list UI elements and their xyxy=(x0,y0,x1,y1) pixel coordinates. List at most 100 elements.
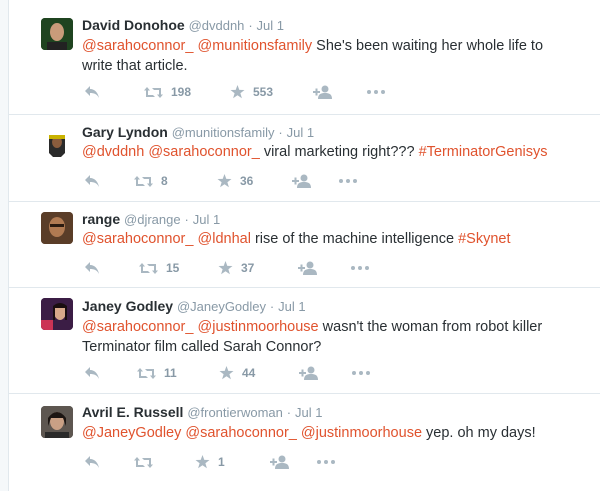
retweet-icon xyxy=(134,456,153,468)
avatar[interactable] xyxy=(41,127,73,159)
favorite-button[interactable]: 553 xyxy=(230,82,273,102)
reply-icon xyxy=(85,86,99,98)
more-button[interactable] xyxy=(339,171,357,191)
tweet-header: David Donohoe @dvddnh · Jul 1 xyxy=(82,16,284,35)
author-name[interactable]: David Donohoe xyxy=(82,17,185,33)
hashtag-link[interactable]: #Skynet xyxy=(458,231,510,247)
tweet-item[interactable]: David Donohoe @dvddnh · Jul 1 @sarahocon… xyxy=(9,0,600,115)
author-handle[interactable]: @JaneyGodley xyxy=(177,299,266,314)
tweet-item[interactable]: Gary Lyndon @munitionsfamily · Jul 1 @dv… xyxy=(9,115,600,202)
tweet-text: @sarahoconnor_ @ldnhal rise of the machi… xyxy=(82,229,582,249)
more-icon xyxy=(351,266,369,270)
author-handle[interactable]: @frontierwoman xyxy=(187,405,283,420)
tweet-actions: 198 553 xyxy=(82,82,402,102)
more-button[interactable] xyxy=(352,363,370,383)
favorite-button[interactable]: 36 xyxy=(217,171,253,191)
retweet-button[interactable] xyxy=(134,452,161,472)
favorite-button[interactable]: 44 xyxy=(219,363,255,383)
mention-link[interactable]: @justinmoorhouse xyxy=(198,319,319,335)
separator: · xyxy=(269,299,275,314)
author-name[interactable]: range xyxy=(82,211,120,227)
mention-link[interactable]: @sarahoconnor_ xyxy=(148,144,259,160)
timestamp[interactable]: Jul 1 xyxy=(193,212,220,227)
favorite-count: 553 xyxy=(253,85,274,99)
favorite-count: 36 xyxy=(240,174,254,188)
follow-button[interactable] xyxy=(298,258,318,278)
follow-button[interactable] xyxy=(313,82,333,102)
retweet-count: 15 xyxy=(166,261,180,275)
hashtag-link[interactable]: #TerminatorGenisys xyxy=(419,144,548,160)
favorite-icon xyxy=(195,455,210,469)
author-name[interactable]: Gary Lyndon xyxy=(82,124,168,140)
reply-icon xyxy=(85,367,99,379)
retweet-button[interactable]: 11 xyxy=(137,363,177,383)
avatar[interactable] xyxy=(41,18,73,50)
favorite-icon xyxy=(230,85,245,99)
author-name[interactable]: Avril E. Russell xyxy=(82,404,183,420)
retweet-button[interactable]: 8 xyxy=(134,171,168,191)
reply-button[interactable] xyxy=(84,452,100,472)
tweet-actions: 1 xyxy=(82,452,382,472)
follow-icon xyxy=(270,455,289,469)
follow-button[interactable] xyxy=(299,363,319,383)
retweet-button[interactable]: 15 xyxy=(139,258,179,278)
more-button[interactable] xyxy=(367,82,385,102)
mention-link[interactable]: @sarahoconnor_ xyxy=(185,425,296,441)
separator: · xyxy=(286,405,292,420)
tweet-header: Avril E. Russell @frontierwoman · Jul 1 xyxy=(82,403,322,422)
favorite-icon xyxy=(217,174,232,188)
mention-link[interactable]: @justinmoorhouse xyxy=(301,425,422,441)
separator: · xyxy=(278,125,283,140)
tweet-item[interactable]: Avril E. Russell @frontierwoman · Jul 1 … xyxy=(9,394,600,491)
avatar[interactable] xyxy=(41,298,73,330)
author-handle[interactable]: @munitionsfamily xyxy=(172,125,275,140)
follow-icon xyxy=(313,85,332,99)
more-icon xyxy=(352,371,370,375)
reply-icon xyxy=(85,175,99,187)
timestamp[interactable]: Jul 1 xyxy=(257,18,284,33)
timeline-left-edge xyxy=(0,0,9,491)
tweet-item[interactable]: Janey Godley @JaneyGodley · Jul 1 @sarah… xyxy=(9,288,600,394)
tweet-actions: 15 37 xyxy=(82,258,382,278)
reply-button[interactable] xyxy=(84,171,100,191)
tweet-text: @dvddnh @sarahoconnor_ viral marketing r… xyxy=(82,142,582,162)
mention-link[interactable]: @sarahoconnor_ xyxy=(82,231,193,247)
mention-link[interactable]: @dvddnh xyxy=(82,144,144,160)
favorite-button[interactable]: 1 xyxy=(195,452,225,472)
mention-link[interactable]: @sarahoconnor_ xyxy=(82,319,193,335)
more-icon xyxy=(367,90,385,94)
timestamp[interactable]: Jul 1 xyxy=(278,299,305,314)
tweet-header: range @djrange · Jul 1 xyxy=(82,210,220,229)
mention-link[interactable]: @munitionsfamily xyxy=(198,38,313,54)
more-button[interactable] xyxy=(317,452,335,472)
follow-icon xyxy=(292,174,311,188)
follow-button[interactable] xyxy=(292,171,312,191)
mention-link[interactable]: @JaneyGodley xyxy=(82,425,181,441)
favorite-button[interactable]: 37 xyxy=(218,258,254,278)
separator: · xyxy=(184,212,189,227)
separator: · xyxy=(248,18,253,33)
avatar[interactable] xyxy=(41,406,73,438)
follow-button[interactable] xyxy=(270,452,290,472)
timestamp[interactable]: Jul 1 xyxy=(287,125,314,140)
timestamp[interactable]: Jul 1 xyxy=(295,405,322,420)
retweet-button[interactable]: 198 xyxy=(144,82,191,102)
reply-button[interactable] xyxy=(84,258,100,278)
author-handle[interactable]: @dvddnh xyxy=(189,18,245,33)
tweet-text-segment: viral marketing right??? xyxy=(259,144,419,160)
mention-link[interactable]: @ldnhal xyxy=(198,231,251,247)
tweet-item[interactable]: range @djrange · Jul 1 @sarahoconnor_ @l… xyxy=(9,202,600,288)
more-button[interactable] xyxy=(351,258,369,278)
author-handle[interactable]: @djrange xyxy=(124,212,181,227)
mention-link[interactable]: @sarahoconnor_ xyxy=(82,38,193,54)
tweet-text: @sarahoconnor_ @munitionsfamily She's be… xyxy=(82,36,572,76)
author-name[interactable]: Janey Godley xyxy=(82,298,173,314)
reply-button[interactable] xyxy=(84,82,100,102)
tweet-text: @JaneyGodley @sarahoconnor_ @justinmoorh… xyxy=(82,423,582,443)
follow-icon xyxy=(299,366,318,380)
reply-button[interactable] xyxy=(84,363,100,383)
avatar[interactable] xyxy=(41,212,73,244)
tweet-actions: 11 44 xyxy=(82,363,382,383)
tweet-header: Janey Godley @JaneyGodley · Jul 1 xyxy=(82,297,306,316)
follow-icon xyxy=(298,261,317,275)
